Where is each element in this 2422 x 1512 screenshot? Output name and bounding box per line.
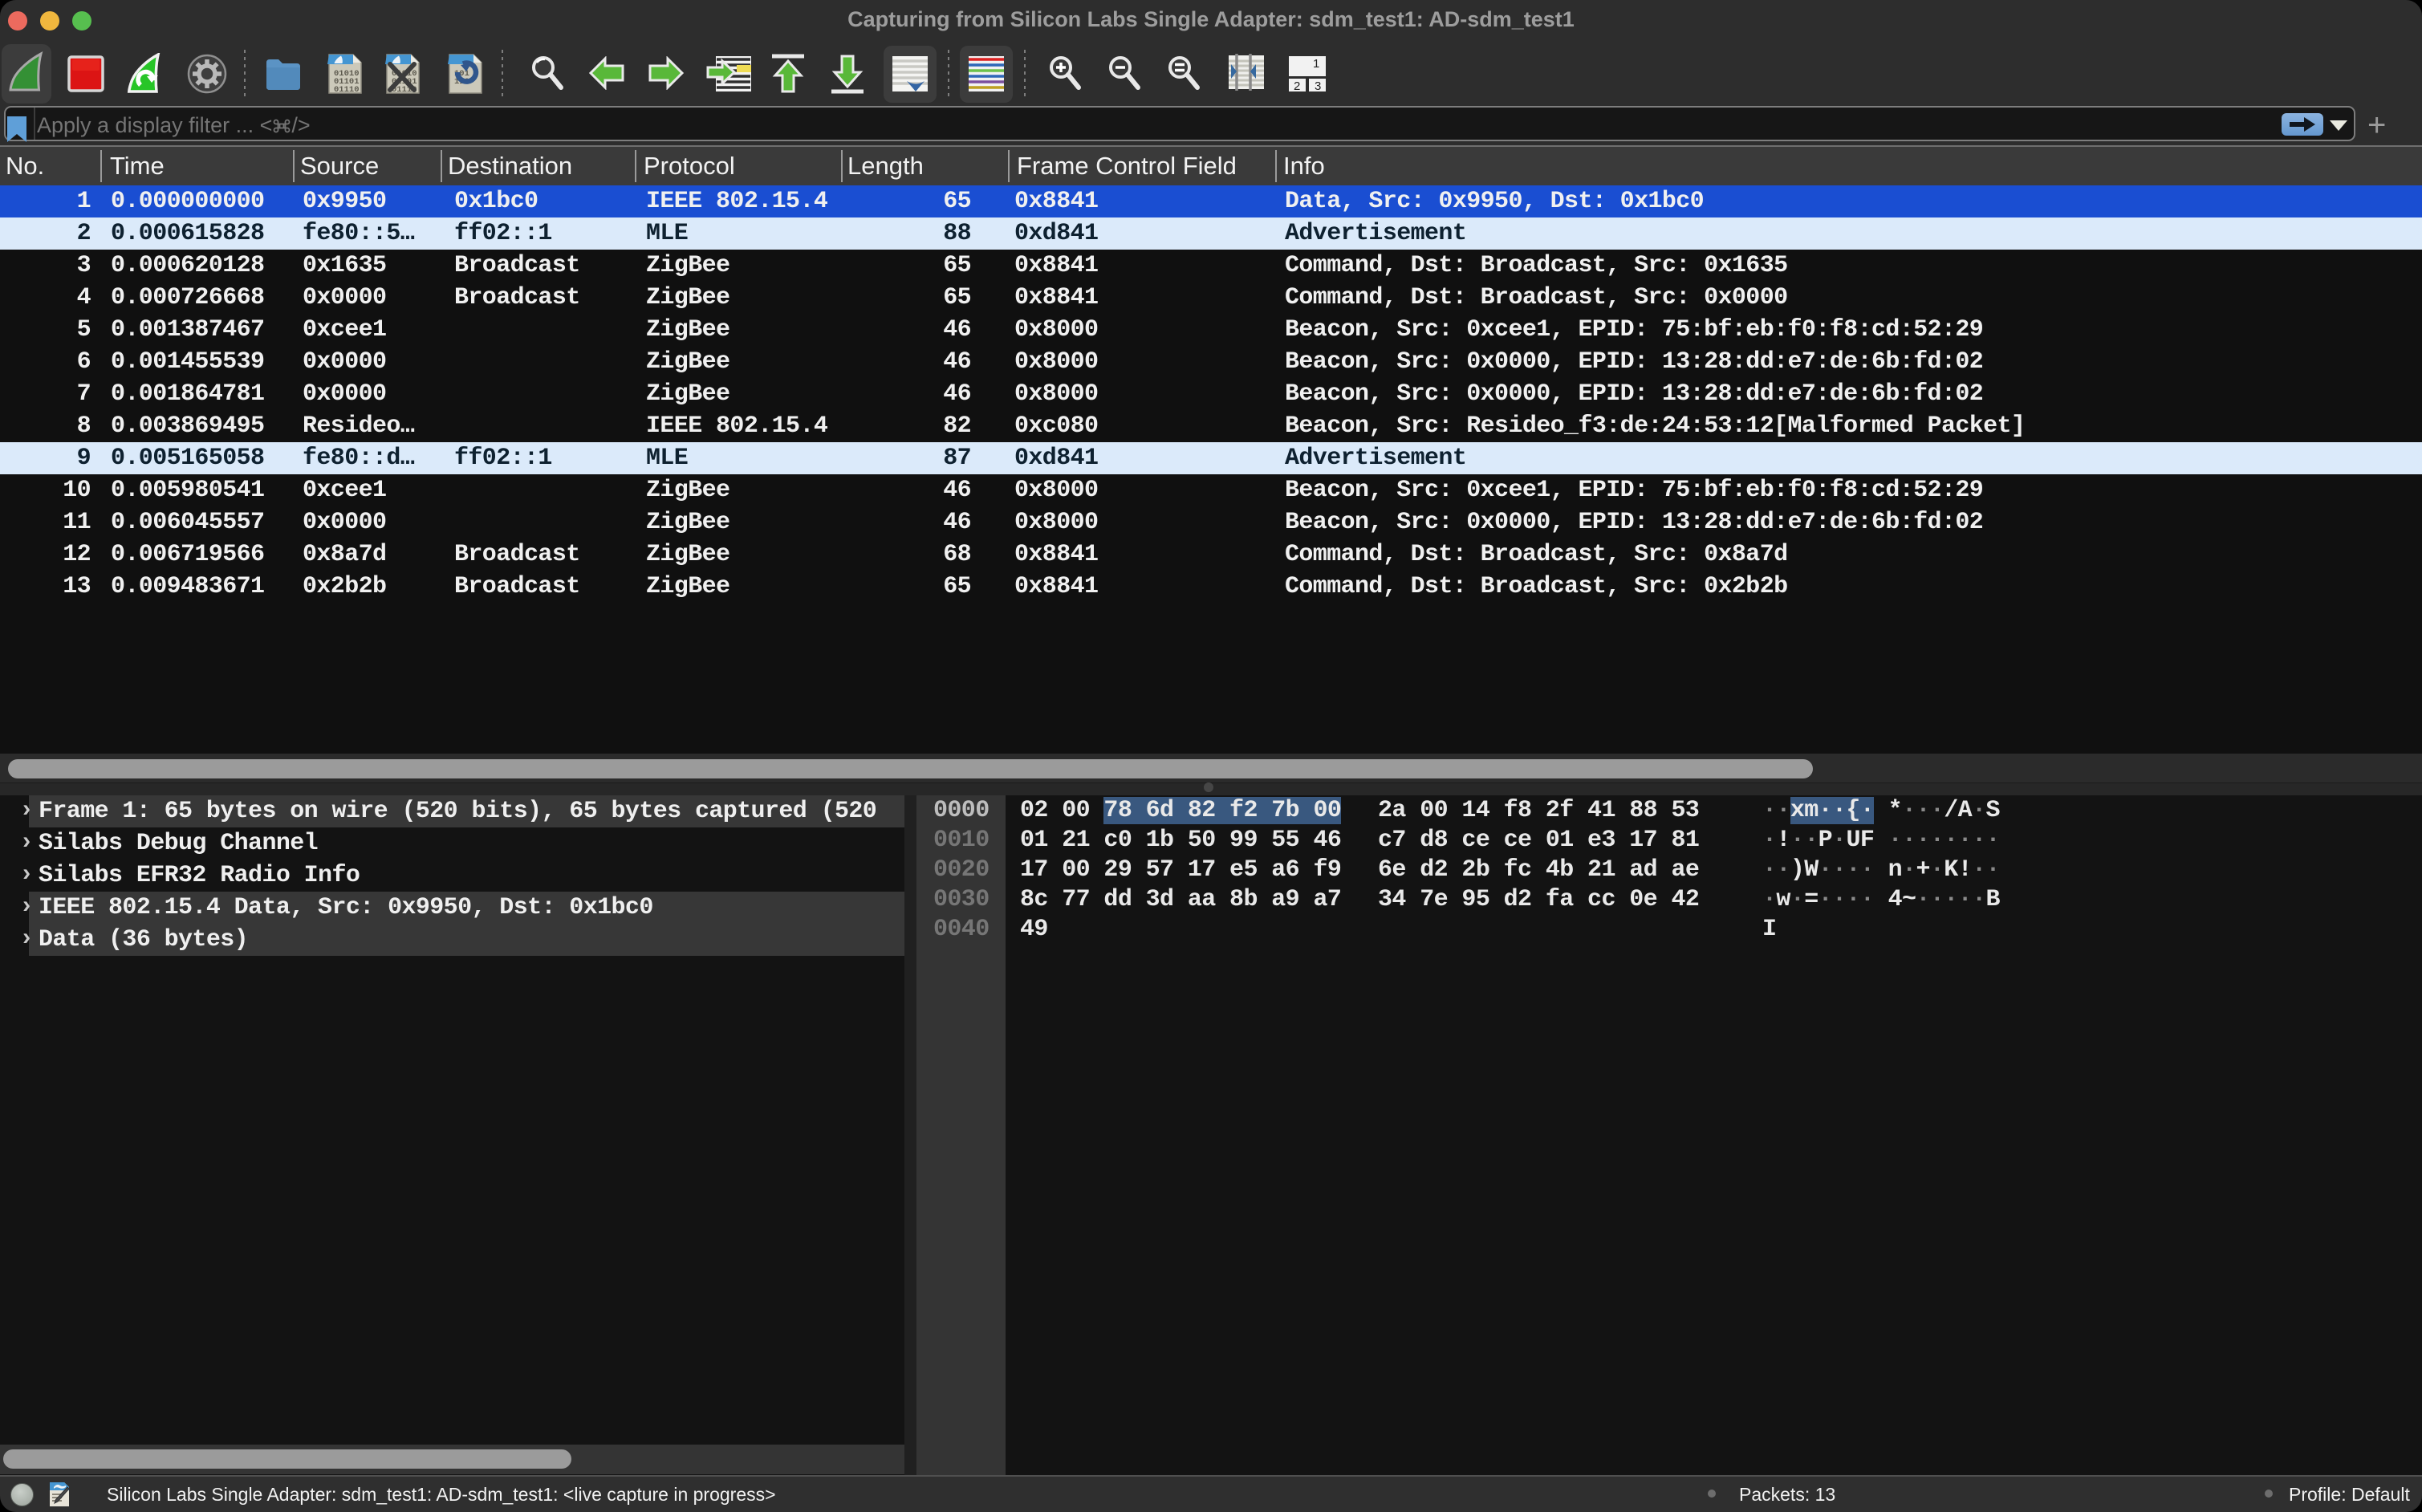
svg-text:1: 1 [1313,57,1319,71]
svg-text:01110: 01110 [334,85,360,95]
svg-text:3: 3 [1315,79,1321,93]
svg-text:2: 2 [1294,79,1300,93]
